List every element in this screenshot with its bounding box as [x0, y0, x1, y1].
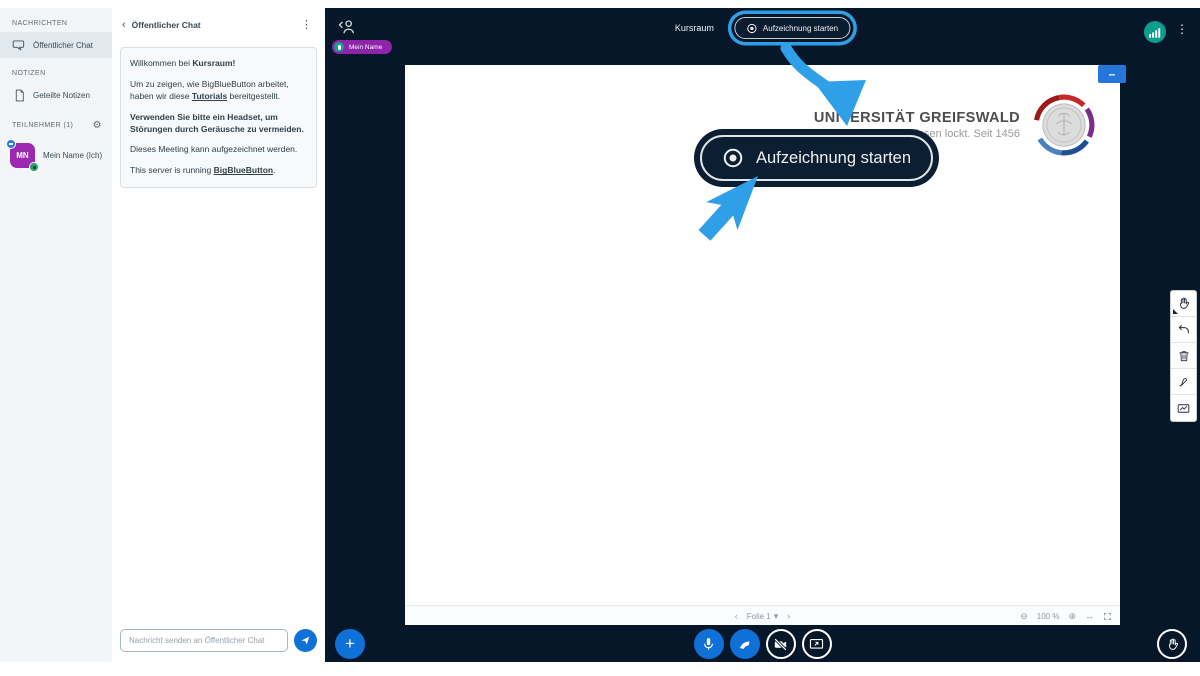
participant-name: Mein Name (Ich) — [43, 151, 102, 160]
sidebar-item-public-chat[interactable]: Öffentlicher Chat — [0, 32, 112, 58]
slide-label: Folie 1 — [747, 612, 771, 621]
tutorials-link[interactable]: Tutorials — [192, 91, 227, 101]
messages-section-label: NACHRICHTEN — [0, 8, 112, 32]
send-icon — [300, 635, 311, 646]
leave-audio-button[interactable] — [730, 629, 760, 659]
phone-icon — [736, 636, 753, 653]
chat-bubble-icon — [12, 38, 26, 52]
signal-bars-icon — [1149, 27, 1161, 38]
toggle-userlist-icon[interactable] — [337, 17, 357, 42]
send-message-button[interactable] — [294, 629, 317, 652]
trash-icon — [1177, 349, 1191, 363]
bigbluebutton-link[interactable]: BigBlueButton — [214, 165, 274, 175]
microphone-icon — [700, 636, 717, 653]
participant-row[interactable]: MN Mein Name (Ich) — [0, 136, 112, 175]
bigbluebutton-app: NACHRICHTEN Öffentlicher Chat NOTIZEN Ge… — [0, 8, 1200, 662]
actions-plus-button[interactable]: + — [335, 629, 365, 659]
previous-slide-button[interactable]: ‹ — [735, 611, 738, 621]
slide-navigation: ‹ Folie 1 ▾ › — [735, 606, 791, 626]
notes-icon — [12, 88, 26, 102]
start-recording-label: Aufzeichnung starten — [763, 24, 838, 33]
tool-submenu-indicator — [1173, 309, 1178, 314]
presentation-slide[interactable]: – UNIVERSITÄT GREIFSWALD Wissen lockt. S… — [405, 65, 1120, 625]
userlist-sidebar: NACHRICHTEN Öffentlicher Chat NOTIZEN Ge… — [0, 8, 112, 662]
zoom-level: 100 % — [1037, 612, 1060, 621]
next-slide-button[interactable]: › — [787, 611, 790, 621]
record-icon — [746, 23, 757, 34]
chat-message-input[interactable] — [120, 629, 288, 652]
chevron-down-icon: ▾ — [774, 611, 779, 622]
share-webcam-button[interactable] — [766, 629, 796, 659]
messages-label: NACHRICHTEN — [12, 20, 67, 27]
clear-annotations-button[interactable] — [1171, 343, 1196, 369]
chart-box-icon — [1176, 401, 1191, 416]
undo-tool-button[interactable] — [1171, 317, 1196, 343]
meeting-title: Kursraum — [675, 23, 714, 33]
main-area: Mein Name Kursraum Aufzeichnung starten … — [325, 8, 1200, 662]
talker-mic-icon — [334, 42, 344, 52]
listening-badge-icon — [29, 162, 39, 172]
smart-pen-tool-button[interactable] — [1171, 369, 1196, 395]
record-button-illustration: Aufzeichnung starten — [700, 135, 933, 181]
participants-section-label: TEILNEHMER (1) ⚙ — [0, 108, 112, 136]
sidebar-item-shared-notes[interactable]: Geteilte Notizen — [0, 82, 112, 108]
participants-settings-gear-icon[interactable]: ⚙ — [93, 120, 102, 131]
university-name: UNIVERSITÄT GREIFSWALD — [814, 110, 1020, 126]
welcome-line-4: Dieses Meeting kann aufgezeichnet werden… — [130, 144, 307, 156]
slide-select-dropdown[interactable]: Folie 1 ▾ — [747, 611, 779, 622]
hand-icon — [1176, 296, 1191, 311]
share-screen-button[interactable] — [802, 629, 832, 659]
action-bar — [694, 629, 832, 659]
participants-label: TEILNEHMER (1) — [12, 122, 73, 129]
talker-indicator[interactable]: Mein Name — [332, 40, 392, 54]
chat-panel: ‹ Öffentlicher Chat ⋮ Willkommen bei Kur… — [112, 8, 325, 662]
fullscreen-button[interactable] — [1103, 612, 1112, 621]
hand-tool-button[interactable] — [1171, 291, 1196, 317]
presenter-badge-icon — [6, 139, 16, 149]
chat-header: ‹ Öffentlicher Chat ⋮ — [112, 8, 325, 37]
raise-hand-icon — [1165, 637, 1180, 652]
zoom-in-button[interactable]: ⊕ — [1068, 611, 1076, 622]
welcome-line-1: Willkommen bei Kursraum! — [130, 58, 307, 70]
university-seal-icon — [1032, 93, 1096, 157]
fit-width-button[interactable]: ↔ — [1085, 611, 1094, 621]
shared-notes-label: Geteilte Notizen — [33, 91, 90, 100]
undo-icon — [1177, 323, 1191, 337]
slide-zoom-controls: ⊖ 100 % ⊕ ↔ — [1020, 606, 1112, 626]
zoom-out-button[interactable]: ⊖ — [1020, 611, 1028, 622]
welcome-line-2: Um zu zeigen, wie BigBlueButton arbeitet… — [130, 79, 307, 103]
minimize-presentation-button[interactable]: – — [1098, 65, 1126, 83]
welcome-line-5: This server is running BigBlueButton. — [130, 165, 307, 177]
fullscreen-icon — [1103, 612, 1112, 621]
chat-options-menu-icon[interactable]: ⋮ — [298, 18, 315, 31]
welcome-line-3: Verwenden Sie bitte ein Headset, um Stör… — [130, 112, 307, 136]
record-icon — [722, 147, 744, 169]
public-chat-label: Öffentlicher Chat — [33, 41, 93, 50]
whiteboard-toolbar — [1170, 290, 1197, 422]
options-menu-icon[interactable]: ⋮ — [1176, 22, 1188, 36]
pen-icon — [1177, 375, 1191, 389]
avatar: MN — [10, 143, 35, 168]
welcome-message: Willkommen bei Kursraum! Um zu zeigen, w… — [120, 47, 317, 188]
connection-status-button[interactable] — [1144, 21, 1166, 43]
screen-share-icon — [808, 636, 825, 653]
mute-button[interactable] — [694, 629, 724, 659]
chat-input-row — [120, 629, 317, 652]
chat-title: Öffentlicher Chat — [132, 20, 298, 30]
multi-user-whiteboard-button[interactable] — [1171, 395, 1196, 421]
record-illustration-label: Aufzeichnung starten — [756, 149, 911, 168]
notes-section-label: NOTIZEN — [0, 58, 112, 82]
avatar-initials: MN — [16, 151, 28, 160]
start-recording-button[interactable]: Aufzeichnung starten — [734, 17, 850, 39]
talker-name: Mein Name — [349, 44, 382, 51]
webcam-off-icon — [772, 636, 789, 653]
slide-toolbar: ‹ Folie 1 ▾ › ⊖ 100 % ⊕ ↔ — [405, 605, 1120, 625]
chat-back-chevron-icon[interactable]: ‹ — [122, 19, 126, 31]
notes-label: NOTIZEN — [12, 70, 46, 77]
raise-hand-button[interactable] — [1157, 629, 1187, 659]
topbar-center: Kursraum Aufzeichnung starten — [675, 17, 850, 39]
